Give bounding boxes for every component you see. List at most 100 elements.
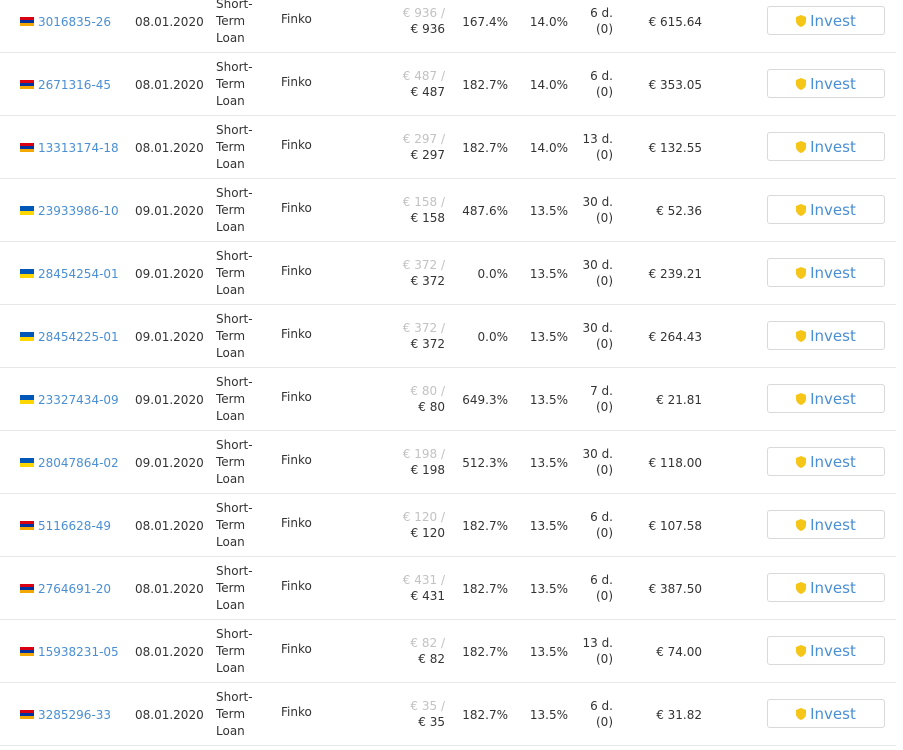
- invest-button[interactable]: Invest: [767, 132, 885, 161]
- interest-rate: 649.3%: [462, 393, 508, 407]
- loan-type-part: Short-: [216, 249, 253, 263]
- loan-id-link[interactable]: 3016835-26: [38, 15, 111, 29]
- term-extension: (0): [596, 148, 613, 162]
- table-row: 3016835-26 08.01.2020 Short- Term Loan Fin…: [0, 0, 896, 53]
- table-row: 23933986-10 09.01.2020 Short- Term Loan Fi…: [0, 179, 896, 242]
- table-row: 2764691-20 08.01.2020 Short- Term Loan Fin…: [0, 557, 896, 620]
- loan-originator: Finko: [281, 138, 312, 152]
- term-days: 13 d.: [582, 132, 613, 146]
- country-flag-icon: [20, 269, 34, 278]
- loan-id-link[interactable]: 28047864-02: [38, 456, 119, 470]
- term-extension: (0): [596, 400, 613, 414]
- invest-label: Invest: [810, 452, 856, 471]
- country-flag-icon: [20, 584, 34, 593]
- term-days: 6 d.: [590, 6, 613, 20]
- loan-type-part: Short-: [216, 627, 253, 641]
- loan-id-link[interactable]: 28454254-01: [38, 267, 119, 281]
- loan-type-part: Loan: [216, 346, 245, 360]
- loan-type-part: Term: [216, 455, 246, 469]
- available-amount: € 198 /: [402, 447, 445, 461]
- issue-date: 09.01.2020: [135, 330, 204, 344]
- loan-type-part: Loan: [216, 472, 245, 486]
- remaining-term: 6 d. (0): [590, 572, 613, 604]
- invest-label: Invest: [810, 704, 856, 723]
- interest-rate: 0.0%: [477, 330, 509, 344]
- loan-originator: Finko: [281, 12, 312, 26]
- loan-type-part: Loan: [216, 94, 245, 108]
- loan-type-part: Short-: [216, 123, 253, 137]
- loan-id-link[interactable]: 23933986-10: [38, 204, 119, 218]
- loan-id-link[interactable]: 13313174-18: [38, 141, 119, 155]
- invest-label: Invest: [810, 11, 856, 30]
- interest-rate: 182.7%: [462, 519, 508, 533]
- table-row: 23327434-09 09.01.2020 Short- Term Loan Fi…: [0, 368, 896, 431]
- shield-icon: [796, 644, 807, 657]
- available-amount: € 120 /: [402, 510, 445, 524]
- invest-button[interactable]: Invest: [767, 573, 885, 602]
- interest-rate: 182.7%: [462, 708, 508, 722]
- invest-button[interactable]: Invest: [767, 699, 885, 728]
- loan-id-link[interactable]: 3285296-33: [38, 708, 111, 722]
- term-days: 30 d.: [582, 447, 613, 461]
- remaining-term: 30 d. (0): [582, 320, 613, 352]
- table-row: 5116628-49 08.01.2020 Short- Term Loan Fin…: [0, 494, 896, 557]
- remaining-term: 6 d. (0): [590, 5, 613, 37]
- loan-type-part: Loan: [216, 220, 245, 234]
- loan-id-link[interactable]: 2671316-45: [38, 78, 111, 92]
- loan-type-part: Short-: [216, 0, 253, 11]
- loan-id-link[interactable]: 2764691-20: [38, 582, 111, 596]
- available-amount: € 372 /: [402, 321, 445, 335]
- invest-button[interactable]: Invest: [767, 69, 885, 98]
- country-flag-icon: [20, 647, 34, 656]
- loan-price: € 615.64: [648, 15, 702, 29]
- loan-type-part: Term: [216, 392, 246, 406]
- loan-id-link[interactable]: 5116628-49: [38, 519, 111, 533]
- invest-button[interactable]: Invest: [767, 321, 885, 350]
- loan-type-part: Loan: [216, 409, 245, 423]
- remaining-term: 30 d. (0): [582, 194, 613, 226]
- invest-label: Invest: [810, 326, 856, 345]
- invest-label: Invest: [810, 137, 856, 156]
- loan-id-link[interactable]: 28454225-01: [38, 330, 119, 344]
- invest-button[interactable]: Invest: [767, 510, 885, 539]
- table-row: 3285296-33 08.01.2020 Short- Term Loan Fin…: [0, 683, 896, 746]
- loan-amount: € 35 / € 35: [410, 698, 445, 730]
- loan-originator: Finko: [281, 642, 312, 656]
- interest-rate: 182.7%: [462, 582, 508, 596]
- remaining-term: 30 d. (0): [582, 446, 613, 478]
- invest-button[interactable]: Invest: [767, 636, 885, 665]
- invest-button[interactable]: Invest: [767, 6, 885, 35]
- discount-rate: 14.0%: [529, 78, 568, 92]
- invest-button[interactable]: Invest: [767, 447, 885, 476]
- available-amount: € 372 /: [402, 258, 445, 272]
- invest-button[interactable]: Invest: [767, 384, 885, 413]
- country-flag-icon: [20, 17, 34, 26]
- loan-type: Short- Term Loan: [216, 185, 266, 236]
- invest-button[interactable]: Invest: [767, 195, 885, 224]
- invest-label: Invest: [810, 74, 856, 93]
- loan-type: Short- Term Loan: [216, 59, 266, 110]
- loan-amount: € 198 / € 198: [403, 446, 445, 478]
- available-amount: € 936 /: [402, 6, 445, 20]
- available-amount: € 297 /: [402, 132, 445, 146]
- loan-id-link[interactable]: 23327434-09: [38, 393, 119, 407]
- interest-rate: 487.6%: [462, 204, 508, 218]
- remaining-term: 13 d. (0): [582, 131, 613, 163]
- remaining-term: 6 d. (0): [590, 509, 613, 541]
- interest-rate: 167.4%: [462, 15, 508, 29]
- loan-price: € 74.00: [656, 645, 702, 659]
- loans-table: 3016835-26 08.01.2020 Short- Term Loan Fin…: [0, 0, 903, 746]
- loan-amount: € 431 / € 431: [403, 572, 445, 604]
- term-days: 6 d.: [590, 510, 613, 524]
- loan-amount: € 297 / € 297: [403, 131, 445, 163]
- shield-icon: [796, 455, 807, 468]
- issue-date: 09.01.2020: [135, 204, 204, 218]
- loan-type: Short- Term Loan: [216, 626, 266, 677]
- total-amount: € 82: [418, 652, 445, 666]
- loan-type-part: Term: [216, 203, 246, 217]
- invest-button[interactable]: Invest: [767, 258, 885, 287]
- loan-type-part: Loan: [216, 724, 245, 738]
- loan-id-link[interactable]: 15938231-05: [38, 645, 119, 659]
- discount-rate: 13.5%: [529, 267, 568, 281]
- loan-price: € 239.21: [648, 267, 702, 281]
